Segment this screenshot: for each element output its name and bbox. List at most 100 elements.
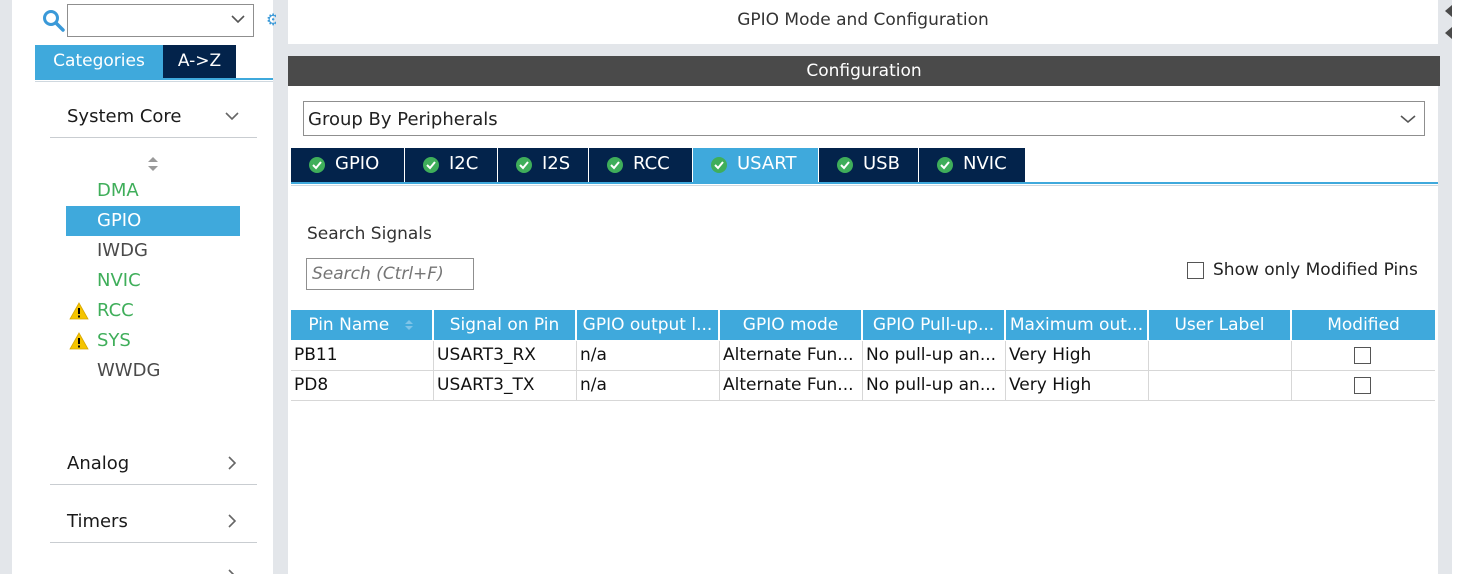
chevron-down-icon[interactable] — [225, 109, 239, 123]
column-header-modified[interactable]: Modified — [1292, 310, 1435, 340]
tab-a-to-z[interactable]: A->Z — [163, 45, 236, 79]
chevron-right-icon[interactable] — [225, 456, 239, 470]
column-header-signal[interactable]: Signal on Pin — [434, 310, 577, 340]
sort-icon[interactable] — [145, 154, 161, 174]
sidebar-item-dma[interactable]: DMA — [66, 176, 240, 206]
page-title: GPIO Mode and Configuration — [737, 10, 989, 30]
chevron-right-icon[interactable] — [225, 569, 239, 574]
table-row[interactable]: PB11 USART3_RX n/a Alternate Fun... No p… — [291, 341, 1435, 371]
cell-output-level[interactable]: n/a — [577, 371, 720, 401]
tab-i2c[interactable]: I2C — [405, 148, 498, 182]
cell-max-speed[interactable]: Very High — [1006, 371, 1149, 401]
divider — [291, 185, 1438, 186]
tab-underline — [35, 78, 273, 80]
column-label: User Label — [1174, 315, 1265, 335]
mode-title-bar: GPIO Mode and Configuration — [288, 0, 1438, 44]
tab-label: NVIC — [963, 153, 1007, 174]
tab-label: I2C — [449, 153, 479, 174]
modified-checkbox[interactable] — [1354, 347, 1371, 364]
cell-user-label[interactable] — [1149, 341, 1292, 371]
check-circle-icon — [309, 157, 325, 173]
column-label: Pin Name — [308, 315, 390, 335]
column-header-output-level[interactable]: GPIO output l... — [577, 310, 720, 340]
sidebar-item-rcc[interactable]: RCC — [66, 296, 240, 326]
column-header-pin-name[interactable]: Pin Name — [291, 310, 434, 340]
category-analog[interactable]: Analog — [50, 445, 257, 485]
tab-usb[interactable]: USB — [819, 148, 919, 182]
category-next[interactable] — [50, 558, 257, 574]
tab-i2s[interactable]: I2S — [498, 148, 589, 182]
cell-mode[interactable]: Alternate Fun... — [720, 371, 863, 401]
checkbox[interactable] — [1187, 262, 1204, 279]
right-divider[interactable] — [1438, 0, 1452, 574]
search-icon[interactable] — [42, 8, 66, 34]
cell-pin[interactable]: PB11 — [291, 341, 434, 371]
gear-icon[interactable]: ⚙ — [266, 10, 276, 28]
column-header-gpio-mode[interactable]: GPIO mode — [720, 310, 863, 340]
sidebar-item-sys[interactable]: SYS — [66, 326, 240, 356]
sidebar-item-label: WWDG — [97, 360, 161, 381]
check-circle-icon — [837, 157, 853, 173]
cell-max-speed[interactable]: Very High — [1006, 341, 1149, 371]
cell-pull[interactable]: No pull-up an... — [863, 371, 1006, 401]
divider — [35, 81, 273, 82]
modified-checkbox[interactable] — [1354, 377, 1371, 394]
sidebar-item-label: SYS — [97, 330, 131, 351]
tab-usart[interactable]: USART — [693, 148, 819, 182]
sidebar-item-gpio[interactable]: GPIO — [66, 206, 240, 236]
category-label: Analog — [67, 453, 130, 474]
column-header-pull[interactable]: GPIO Pull-up... — [863, 310, 1006, 340]
cell-modified — [1292, 341, 1435, 371]
column-header-max-speed[interactable]: Maximum out... — [1006, 310, 1149, 340]
sort-icon[interactable] — [403, 318, 415, 332]
cell-pull[interactable]: No pull-up an... — [863, 341, 1006, 371]
check-circle-icon — [937, 157, 953, 173]
tab-label: USART — [737, 153, 797, 174]
cell-signal[interactable]: USART3_TX — [434, 371, 577, 401]
cell-signal[interactable]: USART3_RX — [434, 341, 577, 371]
column-label: GPIO output l... — [582, 315, 713, 335]
cell-mode[interactable]: Alternate Fun... — [720, 341, 863, 371]
table-row[interactable]: PD8 USART3_TX n/a Alternate Fun... No pu… — [291, 371, 1435, 401]
chevron-right-icon[interactable] — [225, 514, 239, 528]
configuration-header: Configuration — [288, 56, 1440, 86]
panel-divider[interactable] — [276, 0, 288, 574]
tab-nvic[interactable]: NVIC — [919, 148, 1026, 182]
search-combo[interactable] — [67, 4, 254, 37]
cell-user-label[interactable] — [1149, 371, 1292, 401]
check-circle-icon — [607, 157, 623, 173]
left-panel: ⚙ Categories A->Z System Core DMA GPIO I… — [0, 0, 276, 574]
category-system-core[interactable]: System Core — [50, 98, 257, 138]
sidebar-item-wwdg[interactable]: WWDG — [66, 356, 240, 386]
category-timers[interactable]: Timers — [50, 503, 257, 543]
cell-pin[interactable]: PD8 — [291, 371, 434, 401]
category-label: Timers — [67, 511, 128, 532]
collapse-arrow-icon[interactable] — [1443, 26, 1453, 40]
warning-icon — [69, 302, 89, 320]
cell-modified — [1292, 371, 1435, 401]
column-label: Maximum out... — [1009, 315, 1144, 335]
tab-label: USB — [863, 153, 900, 174]
column-label: GPIO Pull-up... — [872, 315, 995, 335]
check-circle-icon — [516, 157, 532, 173]
group-by-select[interactable]: Group By Peripherals — [303, 101, 1425, 136]
chevron-down-icon[interactable] — [231, 14, 245, 24]
cell-output-level[interactable]: n/a — [577, 341, 720, 371]
section-divider — [276, 44, 1452, 56]
search-signals-input[interactable] — [306, 258, 474, 290]
sidebar-item-nvic[interactable]: NVIC — [66, 266, 240, 296]
column-label: Signal on Pin — [449, 315, 560, 335]
chevron-down-icon[interactable] — [1400, 114, 1416, 124]
sidebar-item-iwdg[interactable]: IWDG — [66, 236, 240, 266]
tab-rcc[interactable]: RCC — [589, 148, 693, 182]
tab-gpio[interactable]: GPIO — [291, 148, 405, 182]
tab-label: GPIO — [335, 153, 380, 174]
left-edge — [0, 0, 12, 574]
column-header-user-label[interactable]: User Label — [1149, 310, 1292, 340]
check-circle-icon — [423, 157, 439, 173]
tab-categories[interactable]: Categories — [35, 45, 163, 79]
collapse-arrow-icon[interactable] — [1443, 4, 1453, 18]
sidebar-item-label: DMA — [97, 180, 139, 201]
group-by-value: Group By Peripherals — [308, 109, 498, 130]
warning-icon — [69, 332, 89, 350]
